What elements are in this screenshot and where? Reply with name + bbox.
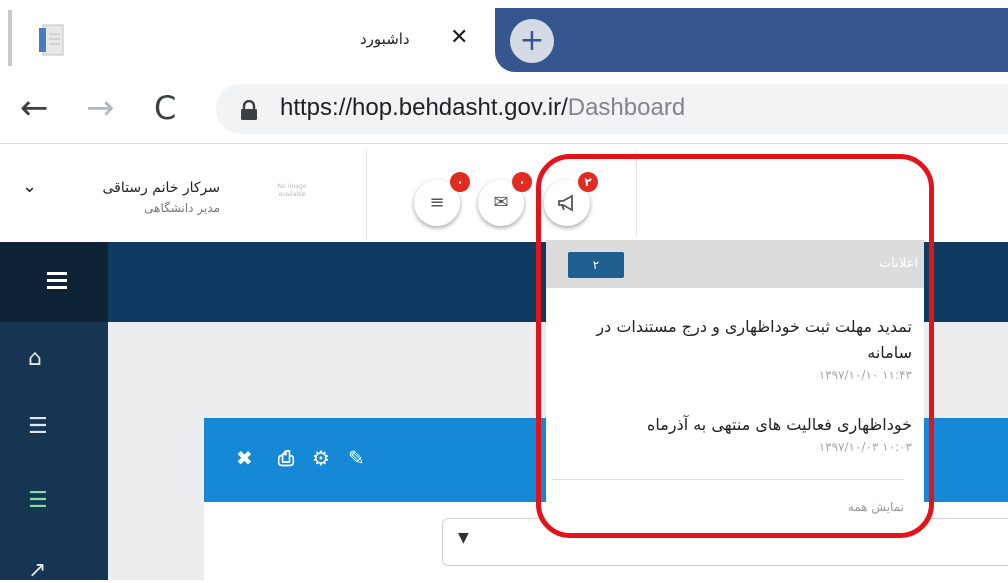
hamburger-icon[interactable]	[47, 272, 67, 293]
header-divider	[366, 150, 367, 240]
chart-icon[interactable]: ↗	[28, 558, 46, 583]
url-host: https://hop.behdasht.gov.ir/	[280, 94, 568, 121]
reload-icon[interactable]: C	[154, 88, 176, 128]
forward-icon[interactable]: →	[86, 88, 115, 128]
menu-badge: ۰	[450, 172, 470, 192]
browser-tab-bar	[0, 0, 1008, 72]
back-icon[interactable]: ←	[20, 88, 49, 128]
chevron-down-icon[interactable]: ▼	[458, 530, 469, 546]
avatar[interactable]: No image available	[264, 178, 320, 212]
print-icon[interactable]: ⎙	[278, 446, 294, 470]
user-menu-chevron-icon[interactable]: ⌄	[22, 176, 37, 197]
url-path: Dashboard	[567, 94, 686, 121]
gear-icon[interactable]: ⚙	[312, 446, 330, 470]
tab-edge	[8, 10, 12, 66]
close-icon[interactable]: ✖	[236, 446, 253, 470]
envelope-icon: ✉	[493, 192, 509, 213]
user-role: مدیر دانشگاهی	[144, 201, 220, 215]
home-icon[interactable]: ⌂	[28, 346, 42, 371]
list-active-icon[interactable]: ☰	[28, 488, 48, 513]
annotation-highlight	[536, 154, 934, 538]
pencil-icon[interactable]: ✎	[348, 446, 365, 470]
tab-strip-background	[495, 8, 1008, 72]
mail-badge: ۰	[512, 172, 532, 192]
user-name[interactable]: سرکار خانم رستاقی	[50, 180, 220, 196]
menu-icon: ≡	[429, 192, 445, 213]
list-icon[interactable]: ☰	[28, 414, 48, 439]
url-text[interactable]: https://hop.behdasht.gov.ir/Dashboard	[280, 94, 685, 122]
lock-icon[interactable]	[240, 100, 258, 120]
tab-title[interactable]: داشبورد	[360, 30, 410, 48]
document-icon	[39, 24, 64, 56]
new-tab-button[interactable]: +	[510, 19, 554, 63]
tab-close-icon[interactable]: ✕	[450, 26, 468, 50]
